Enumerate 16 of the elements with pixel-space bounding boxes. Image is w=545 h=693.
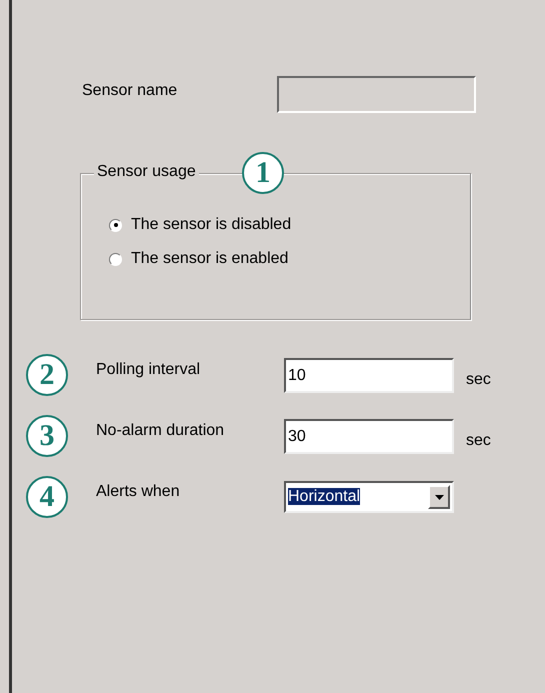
number-field[interactable]: 30: [284, 418, 454, 454]
field-label: Sensor name: [82, 82, 178, 100]
unit-label: sec: [466, 432, 491, 450]
field-label: Alerts when: [96, 483, 181, 501]
dropdown[interactable]: Horizontal: [284, 481, 454, 513]
radio-option[interactable]: The sensor is enabled: [109, 250, 470, 268]
number-field[interactable]: 10: [284, 358, 454, 392]
callout-number: 3: [26, 415, 68, 457]
callout-number: 1: [242, 152, 284, 194]
group-title: Sensor usage: [94, 163, 199, 181]
field-label: Polling interval: [96, 361, 202, 379]
callout-number: 4: [26, 476, 68, 518]
field-label: No-alarm duration: [96, 422, 226, 440]
callout-number: 2: [26, 354, 68, 396]
radio-option[interactable]: The sensor is disabled: [109, 216, 470, 234]
unit-label: sec: [466, 371, 491, 389]
